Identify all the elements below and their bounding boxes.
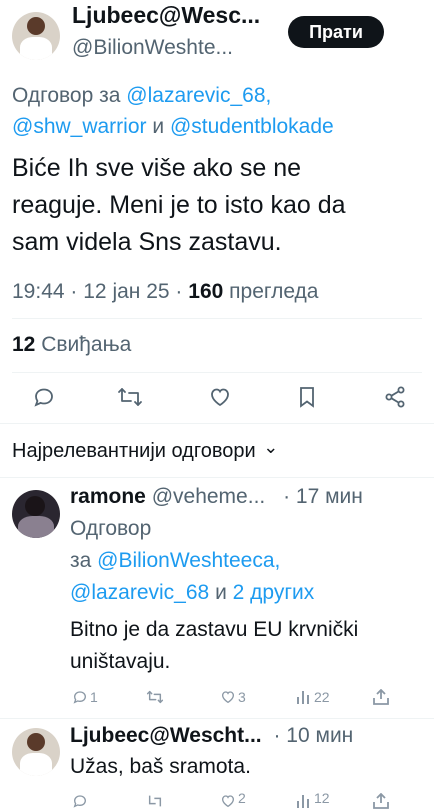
retweet-icon[interactable] [117, 385, 143, 409]
likes-label: Свиђања [41, 333, 132, 356]
reply-icon[interactable] [72, 793, 88, 809]
retweet-icon[interactable] [146, 689, 164, 705]
reply-text-line: Bitno je da zastavu EU krvnički [70, 618, 359, 641]
divider [0, 477, 434, 478]
reply-icon[interactable] [32, 385, 56, 409]
mention-link[interactable]: @BilionWeshteeca, [97, 549, 280, 572]
reply-time[interactable]: · 10 мин [273, 724, 353, 747]
reply-and: и [152, 115, 165, 138]
share-icon[interactable] [372, 793, 390, 809]
reply-author-name[interactable]: Ljubeec@Wescht... [70, 724, 262, 747]
chevron-down-icon: ⌄ [263, 437, 279, 457]
mention-link[interactable]: @studentblokade [170, 115, 334, 138]
like-count: 3 [238, 689, 246, 705]
tweet-date[interactable]: 12 јан 25 [83, 280, 169, 303]
heart-icon[interactable] [220, 689, 236, 705]
divider [0, 423, 434, 424]
reply-time[interactable]: · 17 мин [283, 485, 363, 508]
views-count: 160 [188, 280, 224, 303]
reply-prefix: Одговор за [12, 84, 121, 107]
reply-prefix: за [70, 549, 92, 572]
divider [12, 372, 422, 373]
separator: · [175, 280, 183, 303]
likes-stat[interactable]: 12 Свиђања [12, 333, 131, 357]
views-chart-icon[interactable] [296, 689, 312, 705]
reply-header: ramone @veheme... · 17 мин [70, 485, 430, 509]
view-count: 22 [314, 689, 330, 705]
replies-sort-header[interactable]: Најрелевантнији одговори ⌄ [12, 437, 279, 463]
mention-link[interactable]: @lazarevic_68 [70, 581, 209, 604]
reply-and: и [215, 581, 227, 604]
share-icon[interactable] [372, 689, 390, 705]
tweet-meta: 19:44 · 12 јан 25 · 160 прегледа [12, 280, 319, 304]
follow-button[interactable]: Прати [288, 16, 384, 48]
views-chart-icon[interactable] [296, 793, 312, 809]
reply-text-line: uništavaju. [70, 650, 171, 673]
others-link[interactable]: 2 других [233, 581, 315, 604]
retweet-icon[interactable] [146, 793, 164, 809]
author-avatar[interactable] [12, 12, 60, 60]
reply-author-name[interactable]: ramone [70, 485, 146, 508]
reply-header: Ljubeec@Wescht... · 10 мин [70, 724, 430, 748]
replies-sort-label: Најрелевантнији одговори [12, 440, 256, 462]
author-name[interactable]: Ljubeec@Wesc... [72, 2, 282, 29]
reply-text: Užas, baš sramota. [70, 755, 251, 778]
reply-context: Одговор за @lazarevic_68, @shw_warrior и… [12, 80, 422, 142]
likes-count: 12 [12, 333, 36, 356]
author-handle[interactable]: @BilionWeshte... [72, 36, 282, 60]
tweet-time[interactable]: 19:44 [12, 280, 65, 303]
reply-prefix: Одговор [70, 517, 152, 540]
views-label: прегледа [229, 280, 319, 303]
share-icon[interactable] [383, 385, 407, 409]
tweet-text: Biće Ih sve više ako se ne reaguje. Meni… [12, 150, 427, 261]
reply-author-handle[interactable]: @veheme... [152, 485, 266, 508]
separator: · [70, 280, 78, 303]
tweet-text-line: reaguje. Meni je to isto kao da [12, 191, 346, 219]
tweet-text-line: Biće Ih sve više ako se ne [12, 154, 302, 182]
reply-avatar[interactable] [12, 490, 60, 538]
heart-icon[interactable] [220, 793, 236, 809]
divider [0, 718, 434, 719]
reply-avatar[interactable] [12, 728, 60, 776]
tweet-text-line: sam videla Sns zastavu. [12, 228, 282, 256]
reply-count: 1 [90, 689, 98, 705]
heart-icon[interactable] [208, 385, 232, 409]
reply-text: Bitno je da zastavu EU krvnički uništava… [70, 614, 430, 678]
divider [12, 318, 422, 319]
view-count: 12 [314, 790, 330, 806]
mention-link[interactable]: @shw_warrior [12, 115, 147, 138]
bookmark-icon[interactable] [296, 385, 318, 409]
reply-context: Одговор за @BilionWeshteeca, @lazarevic_… [70, 513, 430, 609]
like-count: 2 [238, 790, 246, 806]
mention-link[interactable]: @lazarevic_68, [126, 84, 271, 107]
reply-icon[interactable] [72, 689, 88, 705]
